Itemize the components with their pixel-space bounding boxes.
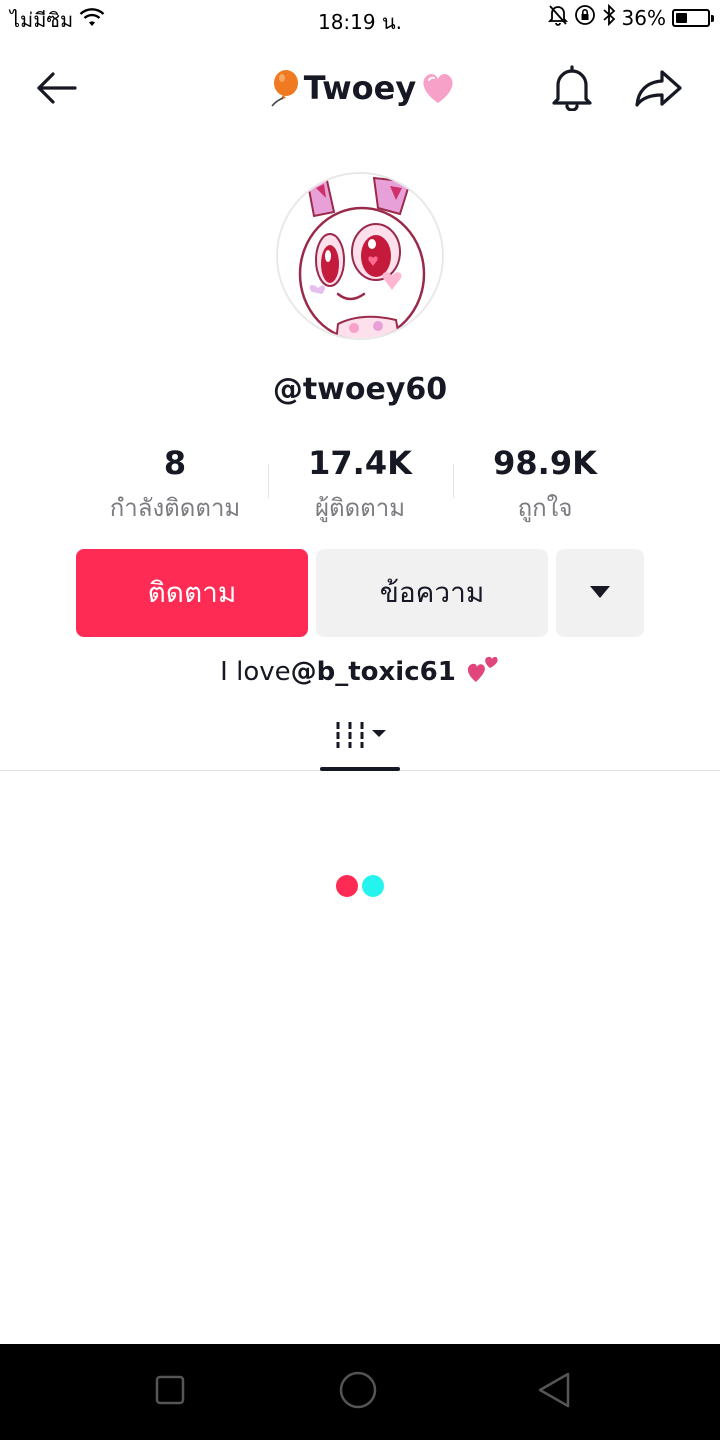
recents-button[interactable]: [150, 1372, 190, 1412]
loading-indicator: [336, 875, 386, 897]
back-system-button[interactable]: [534, 1372, 574, 1412]
profile-username: @twoey60: [272, 372, 448, 407]
likes-label: ถูกใจ: [517, 494, 573, 522]
bluetooth-icon: [602, 3, 616, 31]
status-bar: ไม่มีซิม 18:19 น. 36%: [0, 0, 720, 38]
followers-label: ผู้ติดตาม: [314, 494, 406, 522]
suggested-accounts-button[interactable]: [556, 549, 644, 637]
stat-divider: [453, 464, 454, 498]
recents-square-icon: [154, 1374, 186, 1410]
following-count: 8: [163, 444, 187, 482]
active-tab-indicator: [320, 767, 400, 771]
content-tabbar: [0, 702, 720, 771]
tab-videos[interactable]: [320, 702, 400, 770]
stat-divider: [268, 464, 269, 498]
follow-button[interactable]: ติดตาม: [76, 549, 308, 637]
bio-text: I love: [220, 656, 291, 687]
profile-bio: I love @b_toxic61: [0, 652, 720, 691]
two-hearts-icon: [466, 652, 500, 691]
battery-percent: 36%: [621, 5, 666, 30]
bell-icon: [550, 65, 594, 115]
top-nav: Twoey: [0, 48, 720, 132]
stat-likes[interactable]: 98.9K ถูกใจ: [460, 444, 630, 527]
avatar[interactable]: [276, 172, 444, 340]
system-nav-bar: [0, 1344, 720, 1440]
caret-down-icon: [589, 584, 611, 603]
status-right: 36%: [547, 3, 714, 31]
following-label: กำลังติดตาม: [109, 494, 241, 522]
bio-mention-link[interactable]: @b_toxic61: [291, 657, 456, 687]
balloon-icon: [262, 68, 302, 108]
home-circle-icon: [338, 1370, 378, 1414]
message-button[interactable]: ข้อความ: [316, 549, 548, 637]
share-button[interactable]: [632, 64, 684, 116]
notification-button[interactable]: [546, 64, 598, 116]
battery-level: [676, 12, 687, 23]
loader-dot-cyan: [362, 875, 384, 897]
avatar-image: [278, 174, 442, 338]
profile-stats: 8 กำลังติดตาม 17.4K ผู้ติดตาม 98.9K ถูกใ…: [80, 444, 640, 530]
home-button[interactable]: [338, 1370, 378, 1414]
stat-followers[interactable]: 17.4K ผู้ติดตาม: [270, 444, 450, 527]
share-icon: [634, 68, 682, 112]
mute-icon: [547, 4, 568, 31]
title-text: Twoey: [303, 69, 417, 107]
pink-heart-icon: [418, 68, 458, 108]
rotation-lock-icon: [574, 4, 596, 31]
followers-count: 17.4K: [308, 444, 412, 482]
grid-icon: [332, 714, 388, 758]
stat-following[interactable]: 8 กำลังติดตาม: [80, 444, 270, 527]
battery-icon: [672, 8, 714, 27]
likes-count: 98.9K: [493, 444, 597, 482]
loader-dot-red: [336, 875, 358, 897]
page-title: Twoey: [0, 68, 720, 108]
back-triangle-icon: [536, 1371, 572, 1413]
